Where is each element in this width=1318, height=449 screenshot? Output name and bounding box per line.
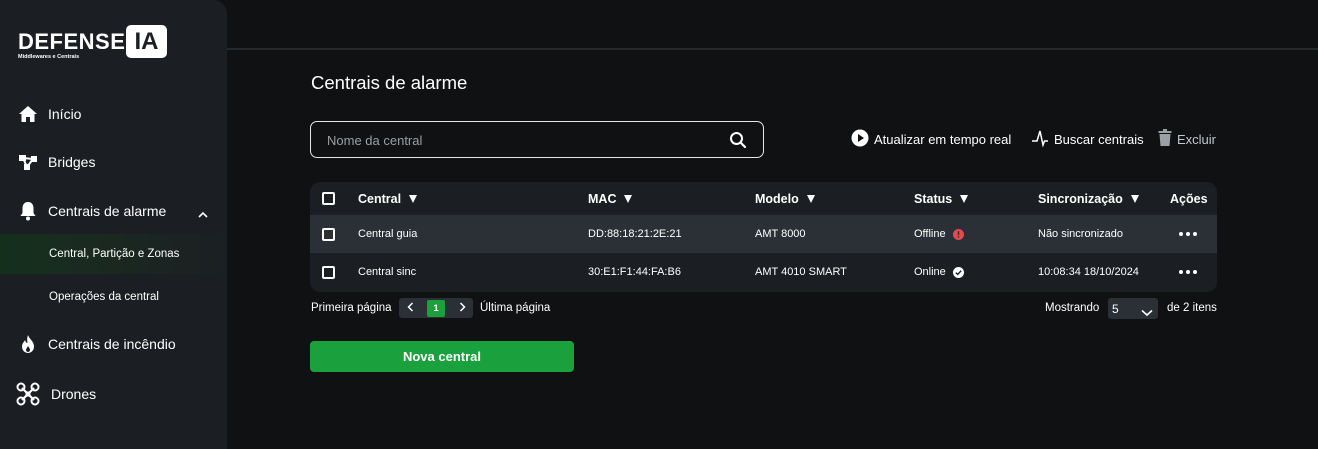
column-header-mac[interactable]: MAC [588,182,633,215]
sidebar-item-drones[interactable]: Drones [0,374,227,414]
home-icon [17,103,39,125]
search-centrals-label: Buscar centrais [1054,132,1144,147]
sidebar-subitem-operacoes-central[interactable]: Operações da central [0,277,227,317]
page-size-value: 5 [1112,301,1119,316]
sort-down-icon [806,194,815,203]
more-options-icon [1179,232,1197,236]
top-bar [227,0,1318,50]
drone-icon [16,382,40,406]
sort-down-icon [624,194,633,203]
last-page-link[interactable]: Última página [480,302,550,314]
cell-sync: Não sincronizado [1038,228,1123,240]
offline-alert-icon [952,228,964,240]
search-input[interactable] [327,130,717,150]
brand-mark: IA [126,25,167,58]
delete-label: Excluir [1177,131,1217,147]
page-size-select[interactable]: 5 [1108,298,1158,319]
cell-sync: 10:08:34 18/10/2024 [1038,266,1139,278]
more-options-icon [1179,270,1197,274]
trash-icon [1158,129,1172,149]
brand-logo[interactable]: DEFENSE IA Middlewares e Centrais [18,25,178,65]
sidebar-subitem-label: Central, Partição e Zonas [49,248,180,260]
chevron-left-icon [406,299,414,317]
cell-model: AMT 8000 [755,228,806,240]
sidebar-item-centrais-de-incendio[interactable]: Centrais de incêndio [0,324,227,364]
delete-button[interactable]: Excluir [1158,129,1216,149]
bridges-icon [17,151,39,173]
row-checkbox[interactable] [322,265,335,279]
sort-down-icon [1130,194,1139,203]
search-box [310,121,764,158]
column-header-acoes: Ações [1170,191,1208,206]
page-title: Centrais de alarme [311,72,468,93]
total-items-label: de 2 itens [1167,302,1217,314]
chevron-up-icon[interactable] [198,205,208,223]
page-number-button[interactable]: 1 [427,300,445,317]
brand-subtitle: Middlewares e Centrais [18,54,80,60]
sidebar-item-label: Drones [51,386,97,402]
search-icon[interactable] [729,131,747,149]
sidebar: DEFENSE IA Middlewares e Centrais Início… [0,0,227,449]
table-row[interactable]: Central guia DD:88:18:21:2E:21 AMT 8000 … [310,215,1217,253]
sort-down-icon [409,194,418,203]
cell-status: Offline [914,215,964,253]
row-actions-menu[interactable] [1179,215,1197,253]
sidebar-subitem-label: Operações da central [49,291,159,303]
column-header-status[interactable]: Status [914,182,969,215]
bell-icon [17,200,39,222]
cell-status: Online [914,253,964,291]
brand-name: DEFENSE [18,29,126,54]
sidebar-item-bridges[interactable]: Bridges [0,142,227,182]
fire-icon [17,333,39,355]
row-checkbox[interactable] [322,227,335,241]
showing-label: Mostrando [1045,302,1100,314]
sidebar-item-inicio[interactable]: Início [0,94,227,134]
online-check-icon [952,266,964,278]
new-central-button[interactable]: Nova central [310,341,574,372]
signal-icon [1031,129,1049,150]
sidebar-item-label: Centrais de alarme [48,203,167,219]
realtime-update-button[interactable]: Atualizar em tempo real [851,129,1011,150]
next-page-button[interactable] [451,298,473,318]
sidebar-item-label: Início [48,106,82,122]
status-text: Offline [914,228,946,240]
column-header-sincronizacao[interactable]: Sincronização [1038,182,1139,215]
cell-mac: 30:E1:F1:44:FA:B6 [588,266,681,278]
sidebar-item-label: Bridges [48,154,96,170]
centrals-table: Central MAC Modelo Status Sincronização … [310,182,1217,292]
prev-page-button[interactable] [399,298,421,318]
play-icon [851,129,869,150]
status-text: Online [914,266,946,278]
cell-mac: DD:88:18:21:2E:21 [588,228,682,240]
sort-down-icon [960,194,969,203]
cell-model: AMT 4010 SMART [755,266,847,278]
first-page-link[interactable]: Primeira página [311,302,392,314]
chevron-right-icon [459,299,466,317]
table-row[interactable]: Central sinc 30:E1:F1:44:FA:B6 AMT 4010 … [310,253,1217,291]
chevron-down-icon [1141,304,1153,322]
sidebar-subitem-central-particao-zonas[interactable]: Central, Partição e Zonas [0,234,227,274]
realtime-update-label: Atualizar em tempo real [874,132,1012,147]
table-header-row: Central MAC Modelo Status Sincronização … [310,182,1217,215]
cell-central: Central guia [358,228,418,240]
sidebar-item-centrais-de-alarme[interactable]: Centrais de alarme [0,191,227,231]
column-header-modelo[interactable]: Modelo [755,182,815,215]
cell-central: Central sinc [358,266,417,278]
sidebar-item-label: Centrais de incêndio [48,336,176,352]
column-header-central[interactable]: Central [358,182,418,215]
search-centrals-button[interactable]: Buscar centrais [1031,129,1144,150]
row-actions-menu[interactable] [1179,253,1197,291]
select-all-checkbox[interactable] [322,192,335,205]
